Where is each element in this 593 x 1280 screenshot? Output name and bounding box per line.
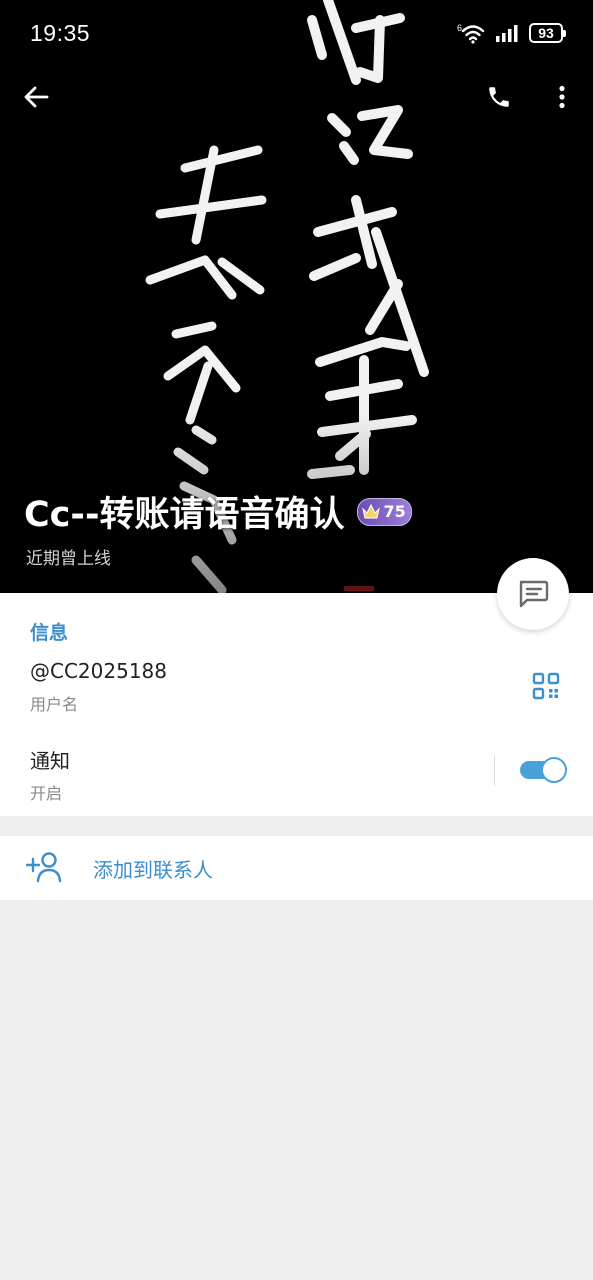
- username-value[interactable]: @CC2025188: [30, 659, 167, 683]
- status-icons: 6 93: [457, 22, 566, 44]
- add-contact-row[interactable]: 添加到联系人: [0, 836, 593, 900]
- toggle-knob: [541, 757, 567, 783]
- arrow-left-icon: [24, 86, 49, 108]
- more-menu-button[interactable]: [542, 77, 582, 117]
- svg-text:6: 6: [457, 23, 462, 33]
- status-bar: 19:35 6 93: [0, 0, 593, 68]
- divider: [494, 756, 495, 786]
- level-value: 75: [383, 502, 406, 521]
- battery-icon: 93: [529, 23, 566, 43]
- profile-cover: 19:35 6 93 Cc--转账请语音确认 75 近期曾上线: [0, 0, 593, 593]
- add-contact-label: 添加到联系人: [93, 858, 213, 882]
- info-section: 信息 @CC2025188 用户名 通知 开启: [0, 593, 593, 816]
- notifications-title[interactable]: 通知: [30, 745, 70, 774]
- phone-icon: [489, 87, 509, 107]
- notifications-state: 开启: [30, 784, 63, 803]
- status-time: 19:35: [30, 20, 91, 46]
- profile-name-row: Cc--转账请语音确认 75: [24, 486, 412, 537]
- profile-name: Cc--转账请语音确认: [24, 495, 345, 535]
- send-message-button[interactable]: [497, 558, 569, 630]
- last-seen-status: 近期曾上线: [26, 549, 111, 569]
- info-section-title: 信息: [30, 622, 69, 644]
- battery-level: 93: [538, 25, 554, 41]
- notifications-toggle[interactable]: [520, 757, 567, 783]
- more-vertical-icon: [559, 85, 565, 109]
- call-button[interactable]: [479, 77, 519, 117]
- username-label: 用户名: [30, 695, 79, 714]
- qr-code-icon: [532, 672, 560, 700]
- back-button[interactable]: [16, 77, 56, 117]
- add-person-icon: [26, 852, 62, 883]
- crown-icon: [361, 503, 380, 518]
- message-icon: [519, 580, 549, 608]
- level-badge[interactable]: 75: [356, 497, 412, 526]
- wifi-icon: 6: [457, 23, 485, 44]
- profile-screen: 19:35 6 93 Cc--转账请语音确认 75 近期曾上线 信息 @CC20…: [0, 0, 593, 1280]
- qr-code-button[interactable]: [528, 668, 564, 704]
- signal-icon: [496, 25, 518, 42]
